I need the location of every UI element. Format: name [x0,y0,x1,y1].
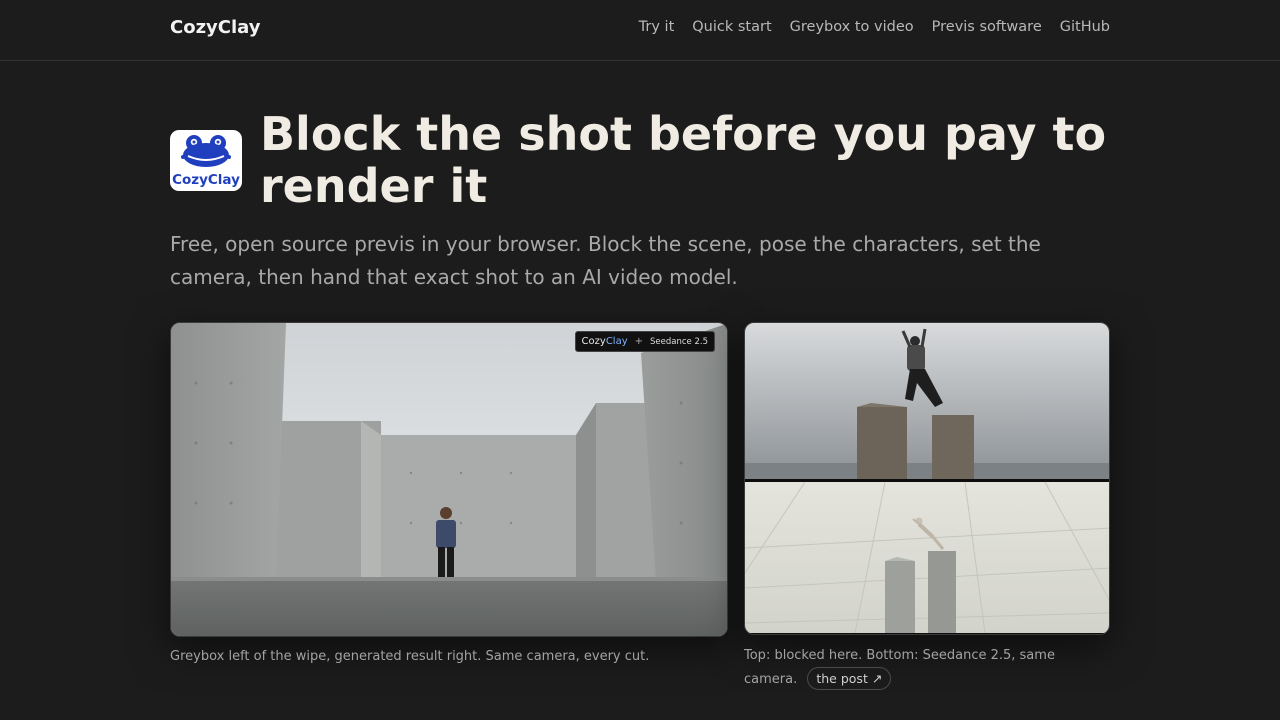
nav-link-quick-start[interactable]: Quick start [692,19,771,35]
pillar-jump-video[interactable] [744,322,1110,635]
logo-wordmark: CozyClay [172,172,240,188]
page-title: Block the shot before you pay to render … [260,107,1107,213]
badge-brand-cozy: Cozy [581,336,606,347]
concrete-courtyard-scene [171,323,727,636]
hero-lead: Free, open source previs in your browser… [170,232,1041,289]
model-badge: CozyClay + Seedance 2.5 [574,331,715,352]
badge-model-name: Seedance 2.5 [650,336,708,347]
badge-brand-clay: Clay [605,336,628,347]
badge-plus: + [634,336,644,347]
top-nav-bar: CozyClay Try it Quick start Greybox to v… [0,0,1280,61]
nav-link-try-it[interactable]: Try it [639,19,675,35]
left-media-caption: Greybox left of the wipe, generated resu… [170,649,650,664]
frog-logo-icon: CozyClay [170,130,242,191]
nav-link-previs-software[interactable]: Previs software [932,19,1042,35]
main-nav: Try it Quick start Greybox to video Prev… [639,19,1110,35]
greybox-comparison-video[interactable]: CozyClay + Seedance 2.5 [170,322,728,637]
pillar-jump-scene [745,323,1109,634]
nav-link-greybox-to-video[interactable]: Greybox to video [790,19,914,35]
right-media-caption: Top: blocked here. Bottom: Seedance 2.5,… [744,645,1110,691]
post-link[interactable]: the post ↗ [807,667,892,690]
right-caption-text: Top: blocked here. Bottom: Seedance 2.5,… [744,648,1055,687]
nav-link-github[interactable]: GitHub [1060,19,1110,35]
brand-link[interactable]: CozyClay [170,17,261,38]
